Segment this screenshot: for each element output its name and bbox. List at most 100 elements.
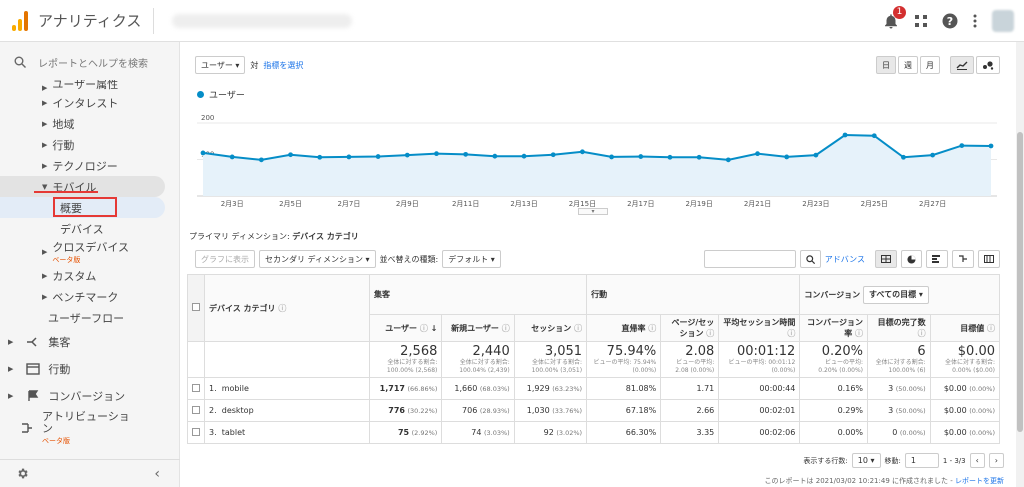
data-point[interactable] [200, 150, 206, 156]
sidebar-item-acquisition[interactable]: ▶ 集客 [0, 328, 179, 355]
page-scrollbar[interactable] [1016, 42, 1024, 487]
sidebar-item-interests[interactable]: ▶ インタレスト [0, 92, 179, 113]
row-checkbox[interactable] [192, 405, 200, 414]
col-1[interactable]: 新規ユーザー ⓘ [441, 314, 515, 342]
row-checkbox[interactable] [192, 383, 200, 392]
data-point[interactable] [346, 154, 352, 160]
row-checkbox[interactable] [192, 427, 200, 436]
sidebar-item-geo[interactable]: ▶ 地域 [0, 113, 179, 134]
data-point[interactable] [492, 153, 498, 159]
view-pie-button[interactable] [901, 250, 922, 268]
data-point[interactable] [901, 154, 906, 160]
view-pivot-button[interactable] [978, 250, 1000, 268]
primary-dim-value[interactable]: デバイス カテゴリ [292, 232, 359, 241]
data-point[interactable] [404, 152, 410, 158]
data-point[interactable] [638, 154, 644, 159]
data-point[interactable] [580, 149, 585, 155]
data-point[interactable] [258, 157, 264, 163]
sidebar-item-custom[interactable]: ▶ カスタム [0, 265, 179, 286]
refresh-report-link[interactable]: レポートを更新 [955, 477, 1004, 485]
sidebar-item-behavior-top[interactable]: ▶ 行動 [0, 355, 179, 382]
data-point[interactable] [696, 154, 702, 160]
data-point[interactable] [609, 154, 614, 160]
col-8[interactable]: 目標値 ⓘ [929, 314, 1001, 342]
metric-select[interactable]: ユーザー ▾ [195, 56, 246, 74]
sidebar-item-technology[interactable]: ▶ テクノロジー [0, 155, 179, 176]
sort-type-select[interactable]: デフォルト ▾ [442, 250, 501, 268]
data-point[interactable] [842, 132, 848, 138]
pick-metric-link[interactable]: 指標を選択 [263, 60, 303, 71]
sidebar-item-behavior[interactable]: ▶ 行動 [0, 134, 179, 155]
range-week-button[interactable]: 週 [898, 56, 918, 74]
data-point[interactable] [755, 151, 760, 157]
data-point[interactable] [521, 153, 527, 159]
goal-select[interactable]: すべての目標 ▾ [862, 285, 929, 304]
motion-chart-toggle[interactable] [976, 56, 1000, 74]
table-row[interactable]: 3. tablet 75 (2.92%) 74 (3.03%) 92 (3.02%) 6… [187, 421, 1001, 444]
col-2[interactable]: セッション ⓘ [513, 314, 588, 342]
device-link[interactable]: mobile [222, 384, 249, 393]
data-point[interactable] [229, 154, 235, 160]
notifications-button[interactable]: 1 [882, 6, 906, 30]
chart-resize-handle[interactable]: ▾ [578, 208, 608, 215]
apps-grid-icon[interactable] [914, 14, 928, 28]
table-search-button[interactable] [799, 250, 821, 268]
device-link[interactable]: tablet [222, 428, 245, 437]
more-vertical-icon[interactable] [972, 14, 978, 28]
table-search-input[interactable] [703, 250, 796, 268]
analytics-logo-icon[interactable] [12, 10, 28, 31]
col-3[interactable]: 直帰率 ⓘ [586, 314, 662, 342]
data-point[interactable] [317, 154, 323, 160]
view-bar-button[interactable] [926, 250, 948, 268]
rows-per-page-select[interactable]: 10 ▾ [851, 453, 881, 468]
data-point[interactable] [959, 143, 965, 148]
sidebar-item-user-flow[interactable]: ユーザーフロー [0, 307, 179, 328]
select-all-checkbox[interactable] [192, 303, 200, 311]
device-link[interactable]: desktop [222, 406, 254, 415]
sidebar-item-conversion[interactable]: ▶ コンバージョン [0, 382, 179, 409]
range-month-button[interactable]: 月 [920, 56, 940, 74]
secondary-dimension-select[interactable]: セカンダリ ディメンション ▾ [259, 250, 376, 268]
col-7[interactable]: 目標の完了数 ⓘ [867, 314, 931, 342]
sidebar-item-cross-device[interactable]: ▶ クロスデバイス ベータ版 [0, 239, 179, 265]
report-search[interactable]: レポートとヘルプを検索 [0, 42, 179, 82]
prev-page-button[interactable]: ‹ [969, 453, 985, 468]
collapse-sidebar-icon[interactable]: ‹ [154, 466, 160, 482]
data-point[interactable] [463, 151, 469, 157]
sidebar-item-benchmark[interactable]: ▶ ベンチマーク [0, 286, 179, 307]
account-selector[interactable] [172, 13, 353, 28]
data-point[interactable] [725, 157, 731, 163]
sidebar-item-devices[interactable]: デバイス [0, 218, 179, 239]
sidebar-item-mobile[interactable]: ▼ モバイル [0, 176, 165, 197]
advanced-filter-link[interactable]: アドバンス [825, 254, 865, 265]
data-point[interactable] [375, 154, 381, 159]
gear-icon[interactable] [16, 467, 29, 480]
help-icon[interactable]: ? [942, 13, 958, 29]
data-point[interactable] [288, 152, 293, 158]
plot-rows-button[interactable]: グラフに表示 [195, 250, 255, 268]
data-point[interactable] [667, 154, 673, 160]
col-0[interactable]: ユーザー ⓘ ↓ [368, 314, 443, 342]
data-point[interactable] [784, 154, 790, 160]
users-line-chart[interactable]: 2001002月3日2月5日2月7日2月9日2月11日2月13日2月15日2月1… [197, 104, 997, 219]
next-page-button[interactable]: › [988, 453, 1004, 468]
range-day-button[interactable]: 日 [876, 56, 896, 74]
table-row[interactable]: 2. desktop 776 (30.22%) 706 (28.93%) 1,030 … [187, 399, 1001, 422]
line-chart-toggle[interactable] [950, 56, 974, 74]
data-point[interactable] [434, 151, 439, 157]
table-row[interactable]: 1. mobile 1,717 (66.86%) 1,660 (68.03%) 1,9… [187, 377, 1001, 400]
data-point[interactable] [813, 152, 819, 158]
data-point[interactable] [550, 152, 556, 158]
sidebar-item-attribution[interactable]: アトリビューション ベータ版 [0, 409, 179, 449]
col-4[interactable]: ページ/セッション ⓘ [660, 314, 720, 342]
sidebar-item-demographics[interactable]: ▶ ユーザー属性 [0, 80, 179, 92]
view-table-button[interactable] [875, 250, 897, 268]
data-point[interactable] [930, 152, 936, 158]
col-6[interactable]: コンバージョン率 ⓘ [799, 314, 869, 342]
data-point[interactable] [871, 133, 877, 139]
goto-input[interactable]: 1 [904, 453, 939, 468]
scrollbar-thumb[interactable] [1017, 132, 1023, 432]
col-5[interactable]: 平均セッション時間 ⓘ [718, 314, 801, 342]
data-point[interactable] [988, 143, 994, 149]
view-comparison-button[interactable] [952, 250, 974, 268]
